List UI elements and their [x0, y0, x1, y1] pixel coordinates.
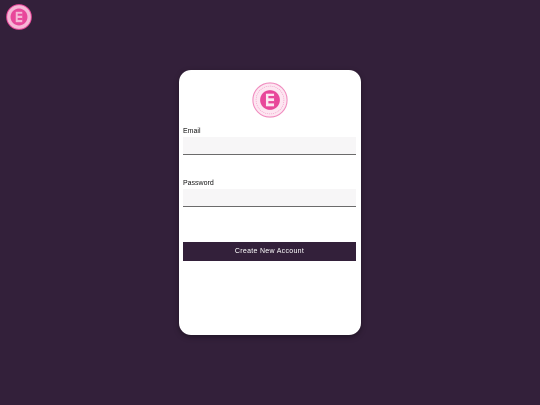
- email-label: Email: [183, 128, 201, 135]
- password-field[interactable]: [183, 189, 356, 207]
- create-account-button[interactable]: Create New Account: [183, 242, 356, 261]
- corner-logo-icon: [6, 4, 32, 30]
- email-field[interactable]: [183, 137, 356, 155]
- password-label: Password: [183, 180, 214, 187]
- signup-card: Email Password Create New Account: [179, 70, 361, 335]
- brand-seal-icon: [252, 82, 288, 118]
